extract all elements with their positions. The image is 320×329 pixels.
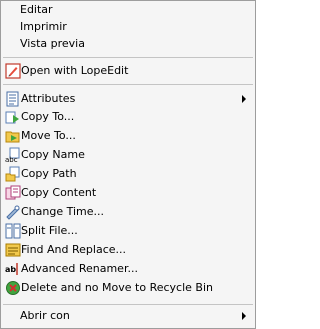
menu-item-label: Change Time... — [21, 205, 105, 218]
submenu-arrow-icon — [242, 312, 246, 320]
menu-item-copy-name[interactable]: abc Copy Name — [1, 146, 255, 164]
menu-item-label: Open with LopeEdit — [21, 64, 129, 77]
menu-item-split-file[interactable]: Split File... — [1, 222, 255, 240]
copy-path-icon — [5, 166, 20, 182]
copy-to-icon — [5, 111, 19, 124]
menu-item-label: Editar — [20, 3, 53, 16]
menu-item-move-to[interactable]: Move To... — [1, 127, 255, 145]
menu-item-label: Move To... — [21, 129, 76, 142]
menu-item-label: Find And Replace... — [21, 243, 127, 256]
menu-item-label: Vista previa — [20, 37, 85, 50]
menu-separator — [3, 304, 253, 305]
menu-item-label: Copy Content — [21, 186, 97, 199]
menu-item-abrir-con[interactable]: Abrir con — [1, 307, 255, 325]
menu-item-copy-path[interactable]: Copy Path — [1, 165, 255, 183]
menu-item-change-time[interactable]: Change Time... — [1, 203, 255, 221]
menu-item-label: Delete and no Move to Recycle Bin — [21, 281, 213, 294]
menu-item-copy-content[interactable]: Copy Content — [1, 184, 255, 202]
menu-item-label: Imprimir — [20, 20, 67, 33]
menu-item-label: Split File... — [21, 224, 78, 237]
copy-name-icon: abc — [5, 147, 20, 163]
menu-item-advanced-renamer[interactable]: ab Advanced Renamer... — [1, 260, 255, 278]
menu-separator — [3, 57, 253, 58]
svg-text:abc: abc — [5, 156, 18, 163]
menu-item-delete-no-recycle[interactable]: Delete and no Move to Recycle Bin — [1, 279, 255, 297]
menu-item-label: Copy Name — [21, 148, 85, 161]
menu-item-find-and-replace[interactable]: Find And Replace... — [1, 241, 255, 259]
menu-item-label: Copy Path — [21, 167, 77, 180]
menu-item-vista-previa[interactable]: Vista previa — [1, 35, 255, 53]
menu-item-label: Copy To... — [21, 110, 75, 123]
context-menu: Editar Imprimir Vista previa Open with L… — [0, 0, 256, 329]
renamer-icon: ab — [5, 263, 18, 275]
menu-item-editar[interactable]: Editar — [1, 1, 255, 19]
move-to-icon — [5, 131, 20, 143]
menu-item-label: Advanced Renamer... — [21, 262, 138, 275]
delete-icon — [6, 281, 20, 295]
menu-item-label: Attributes — [21, 92, 76, 105]
menu-item-label: Abrir con — [20, 309, 70, 322]
attributes-icon — [6, 91, 19, 107]
pencil-icon — [5, 63, 21, 79]
menu-item-copy-to[interactable]: Copy To... — [1, 108, 255, 126]
svg-text:ab: ab — [5, 265, 16, 274]
menu-item-imprimir[interactable]: Imprimir — [1, 18, 255, 36]
submenu-arrow-icon — [242, 95, 246, 103]
menu-separator — [3, 84, 253, 85]
menu-item-attributes[interactable]: Attributes — [1, 90, 255, 108]
split-file-icon — [5, 223, 21, 239]
find-replace-icon — [5, 243, 21, 257]
copy-content-icon — [5, 185, 21, 200]
menu-item-open-with-lopeedit[interactable]: Open with LopeEdit — [1, 62, 255, 80]
change-time-icon — [6, 205, 20, 220]
